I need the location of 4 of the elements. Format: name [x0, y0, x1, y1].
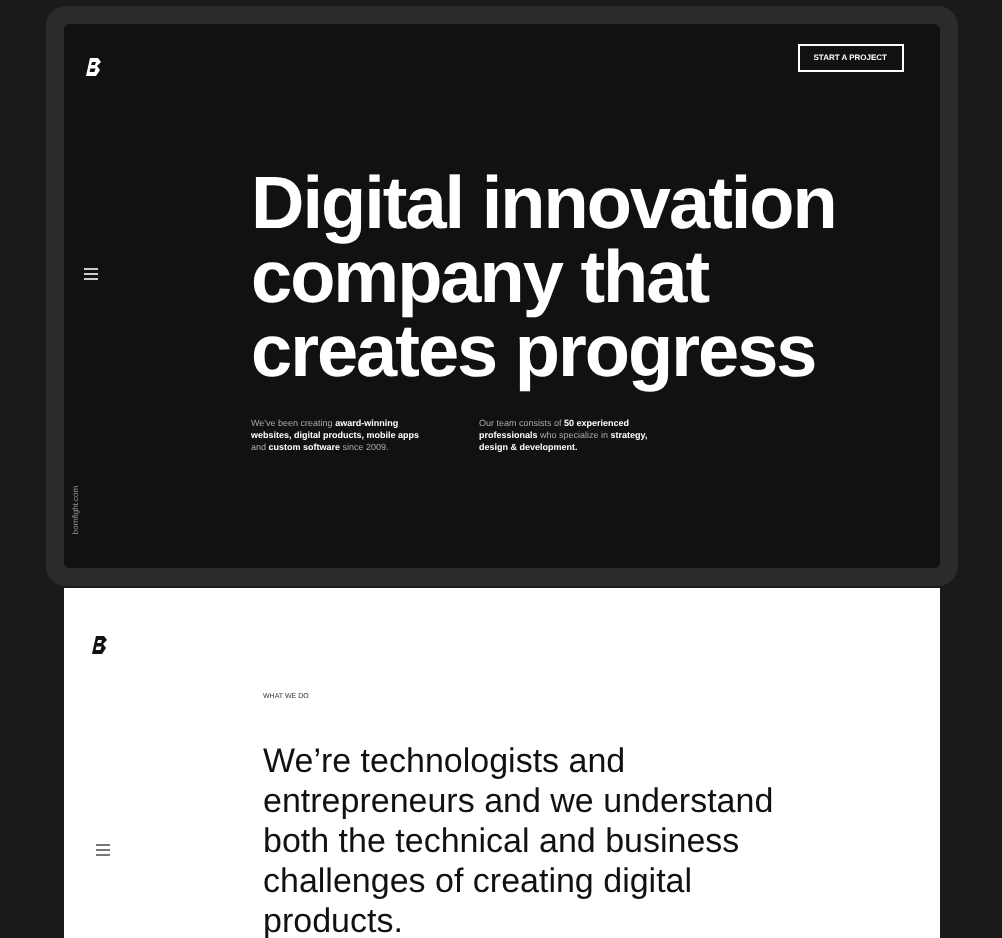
logo-icon [91, 636, 107, 654]
menu-icon[interactable] [83, 268, 97, 280]
logo-icon [85, 58, 101, 76]
headline-line: Digital innovation [251, 166, 836, 240]
